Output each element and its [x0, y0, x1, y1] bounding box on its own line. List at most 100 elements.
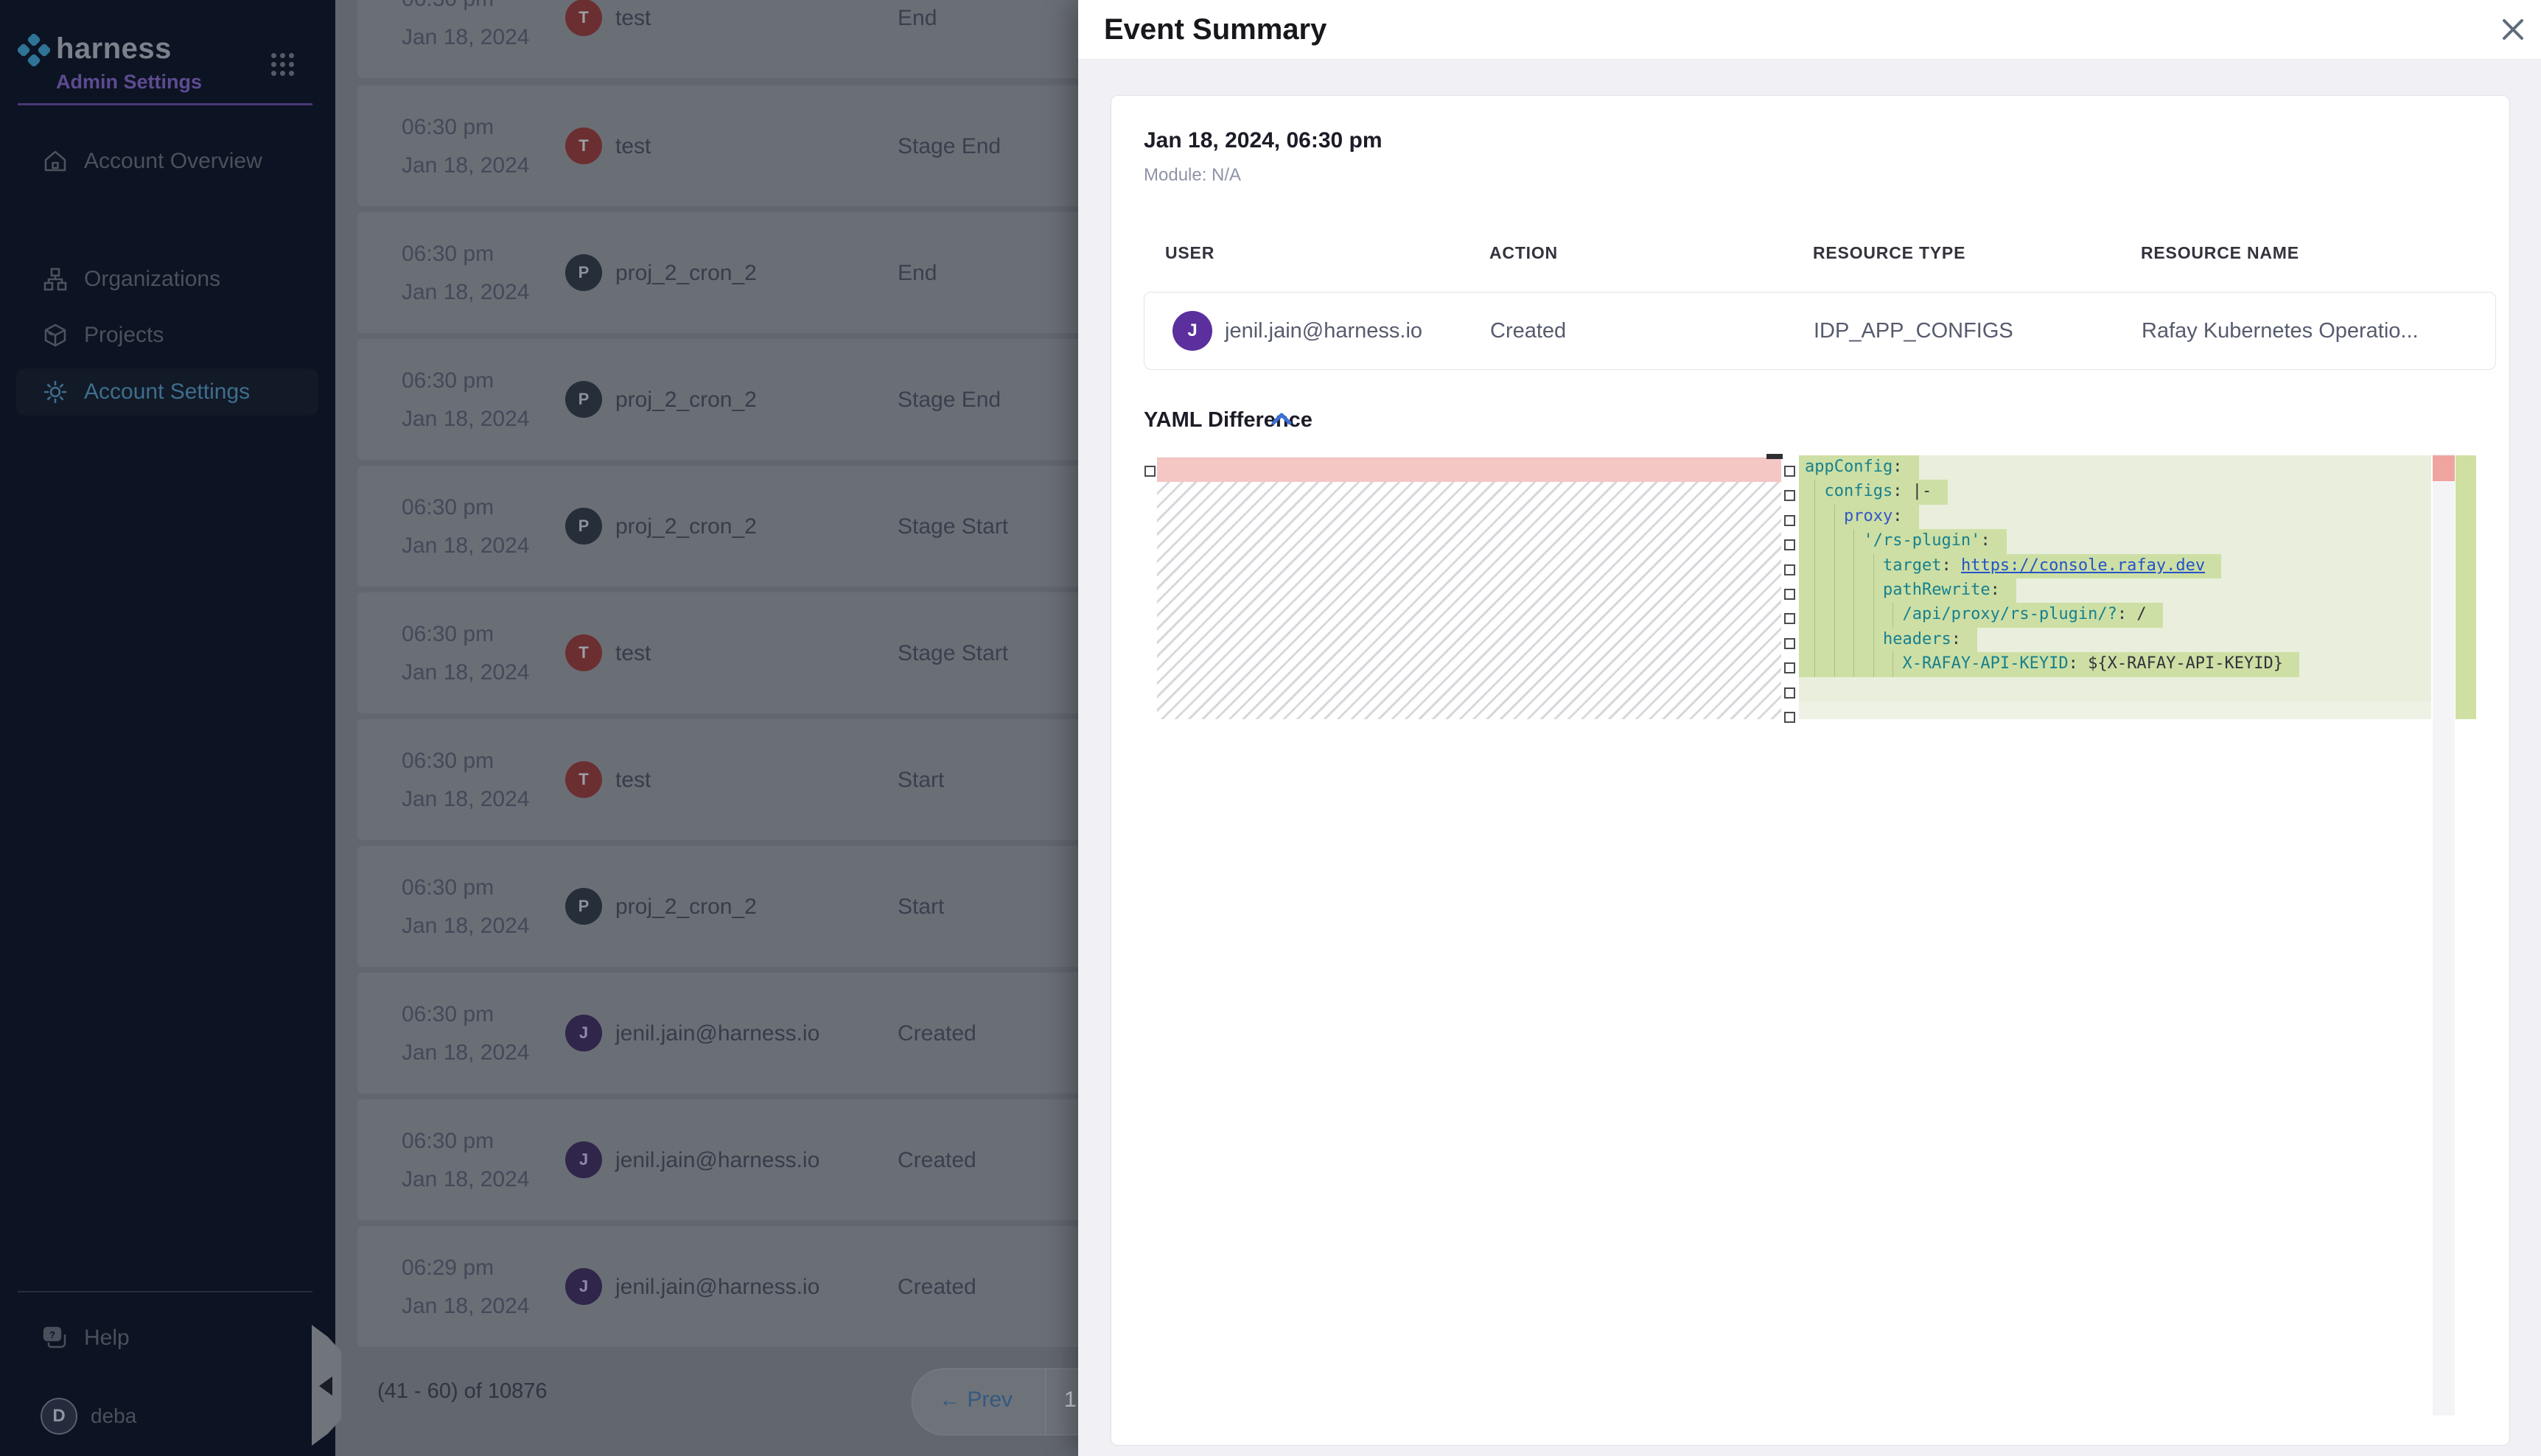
yaml-diff-line: '/rs-plugin':	[1799, 529, 2431, 553]
row-time: 06:30 pm	[402, 368, 494, 393]
row-action: Start	[898, 895, 944, 920]
col-header-action: ACTION	[1489, 243, 1558, 263]
avatar: T	[565, 761, 602, 798]
yaml-diff-line: configs: |-	[1799, 480, 2431, 504]
help-chat-icon: ?	[43, 1326, 68, 1351]
row-action: Start	[898, 768, 944, 793]
row-time: 06:30 pm	[402, 749, 494, 774]
row-time: 06:29 pm	[402, 1256, 494, 1281]
sidebar-divider	[18, 103, 312, 105]
event-resource-type: IDP_APP_CONFIGS	[1814, 319, 2013, 343]
sidebar-item-organizations[interactable]: Organizations	[16, 256, 318, 303]
drawer-title: Event Summary	[1104, 13, 1327, 46]
yaml-code-text: headers:	[1805, 630, 1961, 648]
yaml-diff-line: /api/proxy/rs-plugin/?: /	[1799, 603, 2431, 627]
event-summary-drawer: Event Summary Jan 18, 2024, 06:30 pm Mod…	[1078, 0, 2541, 1456]
avatar: P	[565, 888, 602, 925]
help-label: Help	[84, 1326, 130, 1351]
yaml-diff-line: headers:	[1799, 628, 2431, 652]
event-module: Module: N/A	[1144, 165, 1241, 186]
row-date: Jan 18, 2024	[402, 914, 529, 939]
yaml-diff-viewer[interactable]: appConfig: configs: |- proxy: '/rs-plugi…	[1144, 454, 2479, 1415]
yaml-code-text: X-RAFAY-API-KEYID: ${X-RAFAY-API-KEYID}	[1805, 654, 2283, 673]
row-action: Stage End	[898, 388, 1001, 413]
diff-chunk-marker	[1784, 712, 1795, 723]
sidebar-bottom-divider	[18, 1291, 312, 1292]
yaml-code-text: target: https://console.rafay.dev	[1805, 556, 2205, 575]
svg-text:?: ?	[49, 1329, 55, 1340]
diff-chunk-marker	[1784, 515, 1795, 526]
prev-page-button[interactable]: ← Prev	[939, 1387, 1013, 1413]
yaml-code-text: proxy:	[1805, 507, 1902, 525]
col-header-user: USER	[1165, 243, 1214, 263]
col-header-resource-name: RESOURCE NAME	[2141, 243, 2299, 263]
diff-chunk-marker	[1784, 589, 1795, 600]
row-time: 06:30 pm	[402, 1002, 494, 1027]
avatar: J	[1172, 311, 1212, 351]
home-icon	[43, 149, 68, 174]
avatar: J	[565, 1015, 602, 1051]
sidebar-item-help[interactable]: ? Help	[16, 1315, 318, 1362]
row-date: Jan 18, 2024	[402, 153, 529, 178]
avatar: T	[565, 127, 602, 164]
row-time: 06:30 pm	[402, 622, 494, 647]
yaml-code-text: appConfig:	[1805, 458, 1902, 476]
yaml-diff-line: X-RAFAY-API-KEYID: ${X-RAFAY-API-KEYID}	[1799, 652, 2431, 676]
row-user-name: test	[615, 134, 651, 159]
sidebar-item-label: Projects	[84, 323, 164, 348]
row-user-name: proj_2_cron_2	[615, 388, 757, 413]
event-user: jenil.jain@harness.io	[1225, 319, 1422, 343]
diff-gutter-scroll-nub	[1766, 454, 1783, 459]
row-time: 06:30 pm	[402, 242, 494, 267]
diff-chunk-marker	[1784, 638, 1795, 649]
collapse-left-arrow-icon	[319, 1376, 332, 1396]
row-time: 06:30 pm	[402, 495, 494, 520]
diff-chunk-marker	[1784, 564, 1795, 575]
diff-chunk-marker	[1784, 539, 1795, 550]
page-number-button[interactable]: 1	[1064, 1387, 1077, 1413]
col-header-resource-type: RESOURCE TYPE	[1813, 243, 1965, 263]
yaml-diff-line: proxy:	[1799, 505, 2431, 529]
chevron-up-icon[interactable]	[1270, 410, 1293, 428]
user-profile-chip[interactable]: D deba	[16, 1390, 318, 1443]
row-time: 06:30 pm	[402, 115, 494, 140]
hierarchy-icon	[43, 267, 68, 292]
diff-left-pane	[1157, 454, 1781, 719]
row-action: Stage End	[898, 134, 1001, 159]
row-user-name: proj_2_cron_2	[615, 895, 757, 920]
yaml-diff-line: appConfig:	[1799, 455, 2431, 480]
diff-overview-delete-marker	[2433, 455, 2455, 481]
target-url-link[interactable]: https://console.rafay.dev	[1961, 556, 2205, 575]
yaml-code-text: configs: |-	[1805, 482, 1932, 500]
row-action: Created	[898, 1275, 976, 1300]
app-switcher-grid-icon[interactable]	[271, 53, 296, 78]
diff-scrollbar-track[interactable]	[2433, 454, 2455, 1415]
diff-chunk-marker	[1144, 466, 1156, 477]
row-user-name: proj_2_cron_2	[615, 514, 757, 539]
pagination-separator	[1045, 1369, 1046, 1435]
sidebar-item-projects[interactable]: Projects	[16, 312, 318, 359]
module-subtitle: Admin Settings	[56, 71, 202, 94]
avatar: T	[565, 634, 602, 671]
diff-right-pane-tail	[1799, 701, 2431, 719]
sidebar-item-label: Account Overview	[84, 149, 262, 174]
diff-right-pane[interactable]: appConfig: configs: |- proxy: '/rs-plugi…	[1799, 455, 2431, 701]
sidebar-item-account-overview[interactable]: Account Overview	[16, 138, 318, 185]
diff-empty-hatch	[1157, 482, 1781, 719]
row-user-name: proj_2_cron_2	[615, 261, 757, 286]
row-action: Stage Start	[898, 641, 1008, 666]
avatar: P	[565, 508, 602, 545]
row-date: Jan 18, 2024	[402, 787, 529, 812]
sidebar-item-account-settings[interactable]: Account Settings	[16, 368, 318, 416]
yaml-code-text: /api/proxy/rs-plugin/?: /	[1805, 605, 2147, 623]
yaml-diff-line: target: https://console.rafay.dev	[1799, 554, 2431, 578]
row-date: Jan 18, 2024	[402, 660, 529, 685]
yaml-code-text: pathRewrite:	[1805, 581, 2000, 599]
row-user-name: test	[615, 641, 651, 666]
row-time: 06:30 pm	[402, 0, 494, 12]
avatar: J	[565, 1268, 602, 1305]
row-date: Jan 18, 2024	[402, 25, 529, 50]
row-user-name: test	[615, 768, 651, 793]
close-icon[interactable]	[2497, 13, 2529, 46]
avatar: P	[565, 254, 602, 291]
